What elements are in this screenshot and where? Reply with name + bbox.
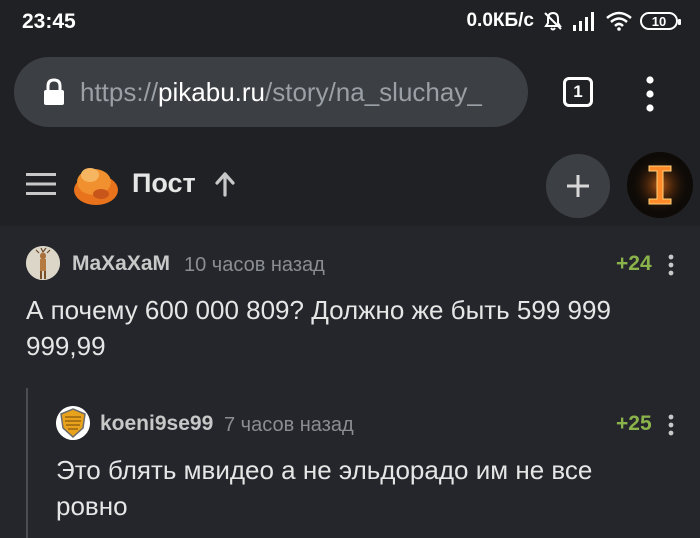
wifi-icon [606, 11, 632, 31]
status-icons: 0.0КБ/с 10 [466, 10, 681, 32]
comment-more-icon[interactable] [668, 254, 674, 276]
arrow-up-icon[interactable] [214, 171, 236, 197]
browser-toolbar: https://pikabu.ru/story/na_sluchay_ 1 [0, 44, 700, 148]
address-bar[interactable]: https://pikabu.ru/story/na_sluchay_ [14, 57, 528, 127]
comment-text: А почему 600 000 809? Должно же быть 599… [26, 295, 611, 361]
url-domain: pikabu.ru [158, 76, 266, 107]
deer-avatar-icon [26, 246, 60, 280]
hamburger-menu-icon[interactable] [26, 172, 56, 196]
more-menu-icon[interactable] [642, 74, 658, 114]
comment-reply: koeni9se99 7 часов назад +25 Это блять м… [0, 388, 700, 538]
plus-icon [567, 175, 589, 197]
add-post-button[interactable] [546, 154, 610, 218]
comment-time: 7 часов назад [224, 414, 354, 436]
mute-bell-icon [544, 11, 562, 31]
comment-more-icon[interactable] [668, 414, 674, 436]
comment-rating: +24 [616, 252, 652, 275]
comment-time: 10 часов назад [184, 254, 325, 276]
page-title: Пост [132, 168, 196, 198]
comment-author-avatar[interactable] [56, 406, 90, 440]
comment: MaXaXaM 10 часов назад +24 А почему 600 … [0, 226, 700, 386]
tab-switcher-button[interactable]: 1 [563, 77, 593, 107]
status-bar: 23:45 0.0КБ/с 10 [0, 0, 700, 44]
url-text[interactable]: https://pikabu.ru/story/na_sluchay_ [80, 77, 482, 108]
url-path: /story/na_sluchay_ [265, 76, 482, 107]
comment-author[interactable]: MaXaXaM [72, 252, 170, 276]
user-avatar[interactable] [627, 152, 693, 218]
comment-author[interactable]: koeni9se99 [100, 412, 213, 436]
site-header: Пост [0, 148, 700, 226]
battery-icon: 10 [640, 12, 681, 30]
lock-icon [44, 78, 64, 105]
fire-i-icon [630, 155, 690, 215]
network-speed: 0.0КБ/с [466, 10, 534, 31]
comment-text: Это блять мвидео а не эльдорадо им не вс… [56, 455, 593, 521]
comment-author-avatar[interactable] [26, 246, 60, 280]
signal-icon [573, 12, 594, 31]
pikabu-logo-icon[interactable] [72, 161, 120, 209]
url-prefix: https:// [80, 76, 159, 107]
koenigsegg-shield-icon [56, 406, 90, 440]
status-time: 23:45 [22, 10, 76, 33]
comment-rating: +25 [616, 412, 652, 435]
